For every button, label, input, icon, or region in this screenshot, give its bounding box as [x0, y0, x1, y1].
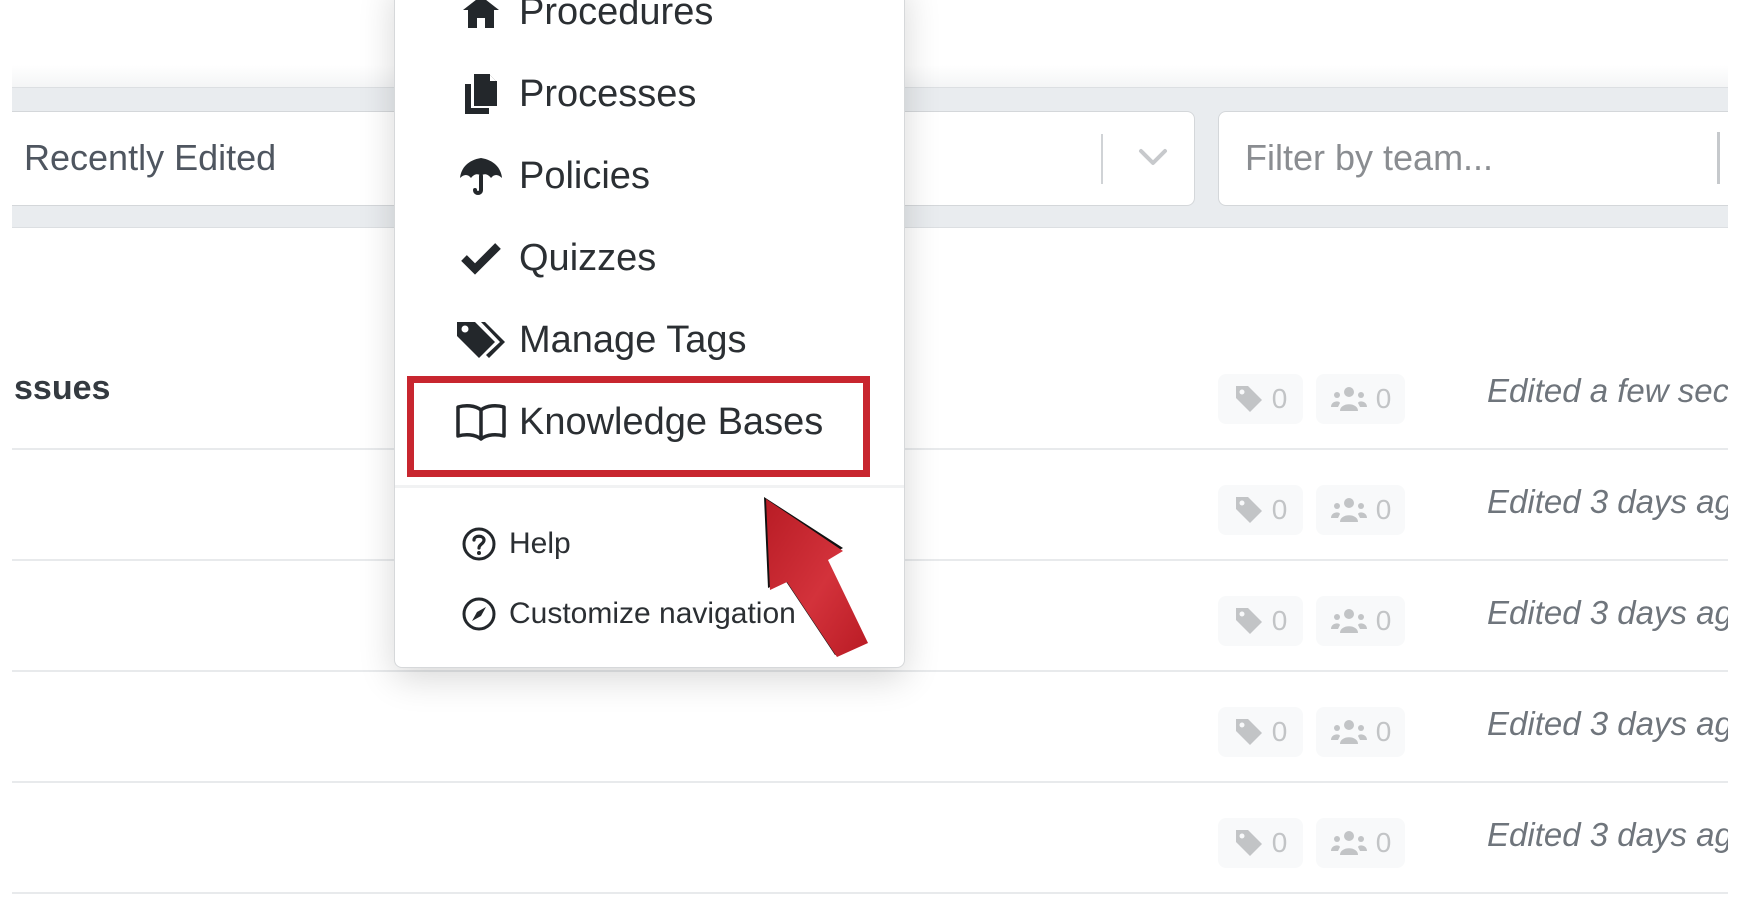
- menu-item-label: Knowledge Bases: [519, 400, 824, 443]
- team-filter-placeholder: Filter by team...: [1245, 137, 1494, 178]
- menu-item-procedures[interactable]: Procedures: [395, 0, 904, 49]
- tags-count-badge[interactable]: 0: [1218, 707, 1303, 757]
- tags-count: 0: [1271, 827, 1288, 858]
- menu-item-label: Help: [509, 527, 571, 560]
- chevron-down-icon[interactable]: [1133, 142, 1173, 172]
- menu-item-processes[interactable]: Processes: [395, 57, 904, 131]
- tag-icon: [1235, 830, 1262, 856]
- edited-timestamp: Edited 3 days ago: [1487, 816, 1728, 853]
- menu-item-label: Policies: [519, 154, 650, 197]
- row-title[interactable]: ssues: [14, 369, 110, 408]
- users-icon: [1330, 609, 1367, 633]
- tag-icon: [1235, 719, 1262, 745]
- users-icon: [1330, 720, 1367, 744]
- teams-count: 0: [1375, 827, 1392, 858]
- tag-icon: [1235, 497, 1262, 523]
- tags-count: 0: [1271, 494, 1288, 525]
- teams-count: 0: [1375, 605, 1392, 636]
- table-row[interactable]: 0 0 Edited 3 days ago: [12, 783, 1728, 894]
- menu-item-label: Quizzes: [519, 236, 657, 279]
- compass-icon: [461, 596, 497, 632]
- input-separator: [1717, 132, 1720, 184]
- tags-count: 0: [1271, 383, 1288, 414]
- edited-timestamp: Edited 3 days ago: [1487, 705, 1728, 742]
- tags-count-badge[interactable]: 0: [1218, 485, 1303, 535]
- teams-count: 0: [1375, 494, 1392, 525]
- teams-count-badge[interactable]: 0: [1316, 596, 1405, 646]
- menu-item-customize-navigation[interactable]: Customize navigation: [395, 586, 904, 642]
- check-icon: [455, 232, 507, 284]
- menu-item-help[interactable]: Help: [395, 516, 904, 572]
- book-open-icon: [455, 396, 507, 448]
- teams-count-badge[interactable]: 0: [1316, 818, 1405, 868]
- users-icon: [1330, 387, 1367, 411]
- tags-count: 0: [1271, 605, 1288, 636]
- menu-divider: [395, 485, 904, 488]
- users-icon: [1330, 831, 1367, 855]
- tag-icon: [1235, 608, 1262, 634]
- teams-count: 0: [1375, 383, 1392, 414]
- select-separator: [1101, 134, 1103, 184]
- tags-icon: [455, 314, 507, 366]
- menu-item-label: Processes: [519, 72, 697, 115]
- copy-icon: [455, 68, 507, 120]
- question-circle-icon: [461, 526, 497, 562]
- umbrella-icon: [455, 150, 507, 202]
- edited-timestamp: Edited 3 days ago: [1487, 594, 1728, 631]
- tags-count-badge[interactable]: 0: [1218, 374, 1303, 424]
- sort-select-value: Recently Edited: [24, 137, 277, 178]
- menu-item-policies[interactable]: Policies: [395, 139, 904, 213]
- tags-count-badge[interactable]: 0: [1218, 818, 1303, 868]
- sitemap-icon: [455, 0, 507, 38]
- navigation-dropdown-menu: Procedures Processes Policies Quizzes Ma…: [394, 0, 905, 668]
- menu-item-knowledge-bases[interactable]: Knowledge Bases: [395, 385, 904, 459]
- menu-item-manage-tags[interactable]: Manage Tags: [395, 303, 904, 377]
- users-icon: [1330, 498, 1367, 522]
- teams-count-badge[interactable]: 0: [1316, 485, 1405, 535]
- tag-icon: [1235, 386, 1262, 412]
- menu-item-label: Customize navigation: [509, 597, 796, 630]
- team-filter-input[interactable]: Filter by team...: [1218, 111, 1728, 206]
- menu-item-quizzes[interactable]: Quizzes: [395, 221, 904, 295]
- edited-timestamp: Edited a few seco: [1487, 372, 1728, 409]
- menu-item-label: Procedures: [519, 0, 714, 33]
- tags-count-badge[interactable]: 0: [1218, 596, 1303, 646]
- teams-count: 0: [1375, 716, 1392, 747]
- table-row[interactable]: 0 0 Edited 3 days ago: [12, 672, 1728, 783]
- edited-timestamp: Edited 3 days ago: [1487, 483, 1728, 520]
- menu-item-label: Manage Tags: [519, 318, 747, 361]
- teams-count-badge[interactable]: 0: [1316, 707, 1405, 757]
- teams-count-badge[interactable]: 0: [1316, 374, 1405, 424]
- tags-count: 0: [1271, 716, 1288, 747]
